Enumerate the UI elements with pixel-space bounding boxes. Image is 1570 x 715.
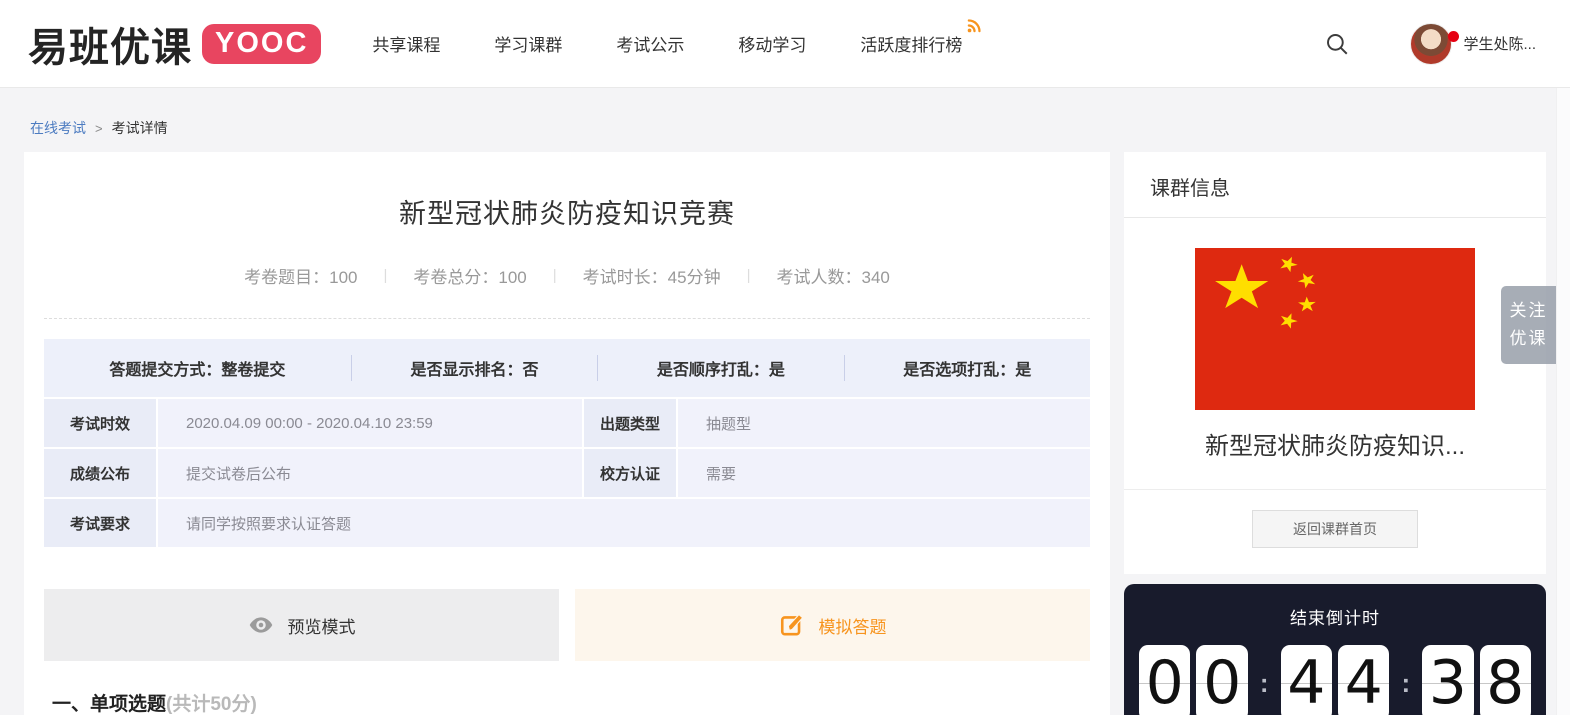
- hot-signal-icon: [968, 19, 981, 33]
- follow-course-label: 关注优课: [1509, 301, 1548, 349]
- countdown-minutes-ones: 4: [1338, 645, 1390, 715]
- exam-stats: 考卷题目100 | 考卷总分100 | 考试时长45分钟 | 考试人数340: [44, 263, 1090, 288]
- follow-course-tab[interactable]: 关注优课: [1501, 286, 1556, 365]
- detail-row-requirements: 考试要求 请同学按照要求认证答题: [44, 499, 1090, 547]
- detail-label-question-type: 出题类型: [584, 399, 676, 447]
- detail-value-requirements: 请同学按照要求认证答题: [158, 499, 1090, 547]
- exam-actions: 预览模式 模拟答题: [44, 589, 1090, 661]
- edit-pencil-icon: [780, 613, 803, 636]
- detail-value-school-auth: 需要: [678, 449, 1090, 497]
- exam-title: 新型冠状肺炎防疫知识竞赛: [399, 199, 735, 229]
- nav-activity-ranking-label: 活跃度排行榜: [860, 36, 963, 55]
- detail-label-school-auth: 校方认证: [584, 449, 676, 497]
- notification-dot: [1448, 31, 1460, 42]
- stat-separator: |: [383, 267, 388, 284]
- detail-value-score-release: 提交试卷后公布: [158, 449, 582, 497]
- search-icon[interactable]: [1324, 31, 1350, 57]
- yooc-logo[interactable]: 易班优课 YOOC: [28, 15, 322, 73]
- dashed-divider: [44, 318, 1090, 319]
- detail-value-question-type: 抽题型: [678, 399, 1090, 447]
- main-nav: 共享课程 学习课群 考试公示 移动学习 活跃度排行榜: [345, 19, 989, 66]
- preview-mode-label: 预览模式: [287, 617, 356, 637]
- preview-mode-button[interactable]: 预览模式: [44, 589, 559, 661]
- sidebar: 课群信息 新型冠状肺炎防疫知识... 返回课群首页 结束倒计时 0 0 : 4 …: [1124, 152, 1546, 715]
- detail-label-score-release: 成绩公布: [44, 449, 156, 497]
- info-divider: [1124, 489, 1546, 490]
- stat-participants: 考试人数340: [777, 263, 890, 288]
- detail-row-validity: 考试时效 2020.04.09 00:00 - 2020.04.10 23:59…: [44, 399, 1090, 447]
- countdown-hours-ones: 0: [1196, 645, 1249, 715]
- detail-value-validity: 2020.04.09 00:00 - 2020.04.10 23:59: [158, 399, 582, 447]
- eye-icon: [249, 617, 272, 633]
- countdown-seconds-tens: 3: [1422, 645, 1474, 715]
- stat-duration: 考试时长45分钟: [583, 263, 721, 288]
- countdown-minutes-tens: 4: [1280, 645, 1333, 715]
- breadcrumb-separator: >: [95, 120, 103, 136]
- course-info-title: 课群信息: [1124, 152, 1546, 218]
- user-avatar[interactable]: [1410, 22, 1453, 65]
- logo-badge: YOOC: [202, 23, 322, 64]
- user-name[interactable]: 学生处陈...: [1463, 33, 1536, 54]
- nav-exam-publicity[interactable]: 考试公示: [589, 21, 711, 66]
- nav-shared-courses[interactable]: 共享课程: [345, 21, 467, 66]
- nav-mobile-learning[interactable]: 移动学习: [711, 21, 833, 66]
- countdown-colon: :: [1401, 667, 1411, 698]
- section-points: (共计50分): [166, 694, 257, 715]
- header-right: 学生处陈...: [1324, 22, 1536, 65]
- stat-question-count: 考卷题目100: [244, 263, 357, 288]
- exam-detail-card: 新型冠状肺炎防疫知识竞赛 考卷题目100 | 考卷总分100 | 考试时长45分…: [24, 152, 1110, 715]
- setting-show-ranking: 是否显示排名否: [352, 356, 597, 380]
- course-info-card: 课群信息 新型冠状肺炎防疫知识... 返回课群首页: [1124, 152, 1546, 574]
- stat-separator: |: [746, 267, 751, 284]
- scrollbar-track[interactable]: [1556, 0, 1570, 715]
- exam-settings-row: 答题提交方式整卷提交 是否显示排名否 是否顺序打乱是 是否选项打乱是: [44, 339, 1090, 397]
- breadcrumb-online-exam[interactable]: 在线考试: [30, 118, 86, 138]
- stat-total-score: 考卷总分100: [413, 263, 526, 288]
- setting-shuffle-questions: 是否顺序打乱是: [598, 356, 843, 380]
- course-cover-image-china-flag[interactable]: [1195, 248, 1475, 410]
- breadcrumb: 在线考试 > 考试详情: [0, 88, 1570, 152]
- countdown-hours-tens: 0: [1139, 645, 1191, 715]
- stat-separator: |: [552, 267, 557, 284]
- section-single-choice: 一、单项选题(共计50分): [44, 689, 1090, 715]
- detail-label-validity: 考试时效: [44, 399, 156, 447]
- countdown-label: 结束倒计时: [1290, 609, 1380, 628]
- logo-text: 易班优课: [28, 25, 192, 70]
- countdown-card: 结束倒计时 0 0 : 4 4 : 3 8: [1124, 584, 1546, 715]
- top-navbar: 易班优课 YOOC 共享课程 学习课群 考试公示 移动学习 活跃度排行榜 学生处…: [0, 0, 1570, 88]
- page-content: 新型冠状肺炎防疫知识竞赛 考卷题目100 | 考卷总分100 | 考试时长45分…: [0, 152, 1570, 715]
- nav-study-groups[interactable]: 学习课群: [467, 21, 589, 66]
- detail-label-requirements: 考试要求: [44, 499, 156, 547]
- simulate-answer-label: 模拟答题: [818, 617, 887, 637]
- detail-row-score-release: 成绩公布 提交试卷后公布 校方认证 需要: [44, 449, 1090, 497]
- setting-submit-mode: 答题提交方式整卷提交: [44, 356, 351, 380]
- breadcrumb-exam-detail: 考试详情: [111, 120, 168, 136]
- section-title: 一、单项选题: [52, 694, 167, 715]
- countdown-clock: 0 0 : 4 4 : 3 8: [1136, 645, 1534, 715]
- back-to-course-home-button[interactable]: 返回课群首页: [1252, 510, 1418, 548]
- simulate-answer-button[interactable]: 模拟答题: [575, 589, 1090, 661]
- setting-shuffle-options: 是否选项打乱是: [845, 356, 1090, 380]
- sidebar-course-title: 新型冠状肺炎防疫知识...: [1204, 433, 1465, 460]
- countdown-seconds-ones: 8: [1479, 645, 1532, 715]
- nav-activity-ranking[interactable]: 活跃度排行榜: [833, 19, 989, 66]
- countdown-colon: :: [1259, 667, 1269, 698]
